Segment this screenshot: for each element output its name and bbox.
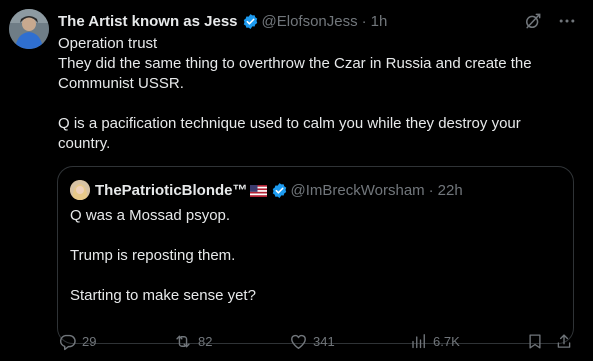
more-icon[interactable] <box>557 11 577 31</box>
reply-button[interactable]: 29 <box>58 331 96 351</box>
share-icon <box>555 332 573 351</box>
bookmark-button[interactable] <box>526 331 544 351</box>
tweet-actions: 29 82 341 6.7K <box>58 331 576 351</box>
tweet-top-icons <box>523 11 577 31</box>
author-handle[interactable]: @ElofsonJess <box>262 13 358 30</box>
quoted-tweet-timestamp[interactable]: 22h <box>438 182 463 199</box>
quoted-author-avatar[interactable] <box>70 180 90 200</box>
share-button[interactable] <box>555 331 573 351</box>
quoted-tweet-header: ThePatrioticBlonde™ @ImBreckWorsham · 22… <box>70 180 463 200</box>
repost-icon <box>173 332 193 351</box>
quoted-text-line <box>70 266 560 286</box>
quoted-author-name[interactable]: ThePatrioticBlonde™ <box>95 182 248 199</box>
separator-dot: · <box>428 181 434 199</box>
tweet-timestamp[interactable]: 1h <box>371 13 388 30</box>
quoted-text-line: Starting to make sense yet? <box>70 287 256 304</box>
tweet-text-line: Communist USSR. <box>58 75 184 92</box>
tweet-text-line: They did the same thing to overthrow the… <box>58 55 532 72</box>
reply-icon <box>58 332 77 351</box>
repost-count: 82 <box>198 333 213 349</box>
us-flag-icon <box>249 184 267 197</box>
quoted-author-handle[interactable]: @ImBreckWorsham <box>291 182 425 199</box>
quoted-text-line <box>70 226 560 246</box>
grok-icon[interactable] <box>523 11 543 31</box>
tweet-text-line: country. <box>58 135 111 152</box>
author-avatar[interactable] <box>9 9 49 49</box>
tweet-text: Operation trust They did the same thing … <box>58 34 573 154</box>
views-button[interactable]: 6.7K <box>410 331 460 351</box>
like-count: 341 <box>313 333 335 349</box>
verified-badge-icon <box>271 182 288 199</box>
verified-badge-icon <box>242 13 259 30</box>
like-button[interactable]: 341 <box>289 331 335 351</box>
tweet[interactable]: The Artist known as Jess @ElofsonJess · … <box>0 0 593 361</box>
quoted-tweet[interactable]: ThePatrioticBlonde™ @ImBreckWorsham · 22… <box>57 166 574 344</box>
separator-dot: · <box>361 12 367 30</box>
tweet-text-line <box>58 94 573 114</box>
like-icon <box>289 332 308 351</box>
quoted-text-line: Q was a Mossad psyop. <box>70 207 231 224</box>
quoted-tweet-text: Q was a Mossad psyop. Trump is reposting… <box>70 206 560 306</box>
reply-count: 29 <box>82 333 97 349</box>
tweet-text-line: Operation trust <box>58 35 158 52</box>
tweet-text-line: Q is a pacification technique used to ca… <box>58 115 521 132</box>
quoted-text-line: Trump is reposting them. <box>70 247 236 264</box>
tweet-header: The Artist known as Jess @ElofsonJess · … <box>58 11 387 31</box>
views-count: 6.7K <box>433 333 460 349</box>
views-icon <box>410 332 428 351</box>
bookmark-icon <box>526 332 544 351</box>
author-name[interactable]: The Artist known as Jess <box>58 13 238 30</box>
repost-button[interactable]: 82 <box>173 331 212 351</box>
